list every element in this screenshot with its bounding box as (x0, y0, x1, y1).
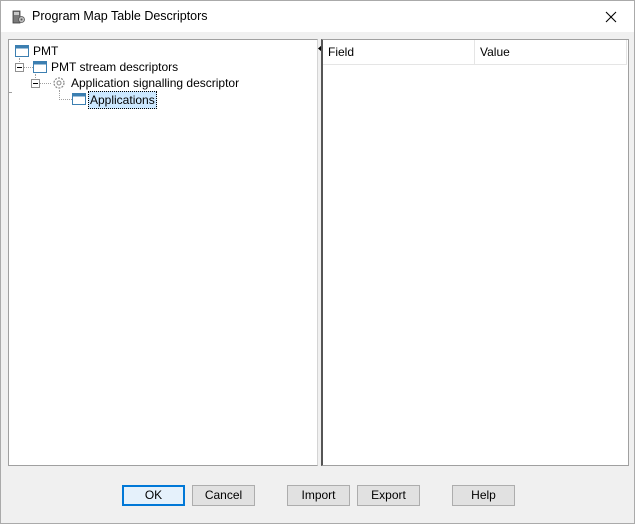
close-icon (605, 11, 617, 22)
tree-node-application-signalling-descriptor[interactable]: Application signalling descriptor (51, 75, 251, 91)
descriptor-tree[interactable]: PMT PMT stream descriptors Application s… (8, 39, 318, 466)
gear-icon (53, 77, 65, 89)
column-header-value[interactable]: Value (475, 40, 627, 65)
tree-node-pmt-stream-descriptors[interactable]: PMT stream descriptors (32, 59, 192, 75)
help-button[interactable]: Help (452, 485, 515, 506)
column-header-field[interactable]: Field (323, 40, 475, 65)
tree-connector (9, 92, 11, 93)
import-button[interactable]: Import (287, 485, 350, 506)
table-window-icon (15, 45, 29, 57)
close-button[interactable] (588, 1, 634, 32)
tree-node-label: Application signalling descriptor (71, 76, 240, 90)
app-icon (12, 10, 25, 24)
tree-node-label: Applications (88, 91, 157, 109)
tree-connector (40, 83, 51, 84)
tree-node-label: PMT stream descriptors (51, 60, 179, 74)
ok-button[interactable]: OK (122, 485, 185, 506)
tree-node-applications[interactable]: Applications (71, 91, 171, 109)
window-title: Program Map Table Descriptors (32, 9, 208, 23)
tree-node-label: PMT (33, 44, 59, 58)
table-window-icon (72, 93, 86, 105)
export-button[interactable]: Export (357, 485, 420, 506)
tree-node-pmt[interactable]: PMT (14, 43, 94, 59)
table-window-icon (33, 61, 47, 73)
collapse-toggle[interactable] (15, 63, 24, 72)
collapse-toggle[interactable] (31, 79, 40, 88)
title-bar: Program Map Table Descriptors (1, 1, 634, 32)
dialog-window: Program Map Table Descriptors PMT PMT st… (0, 0, 635, 524)
cancel-button[interactable]: Cancel (192, 485, 255, 506)
field-value-list[interactable]: Field Value (321, 39, 629, 466)
